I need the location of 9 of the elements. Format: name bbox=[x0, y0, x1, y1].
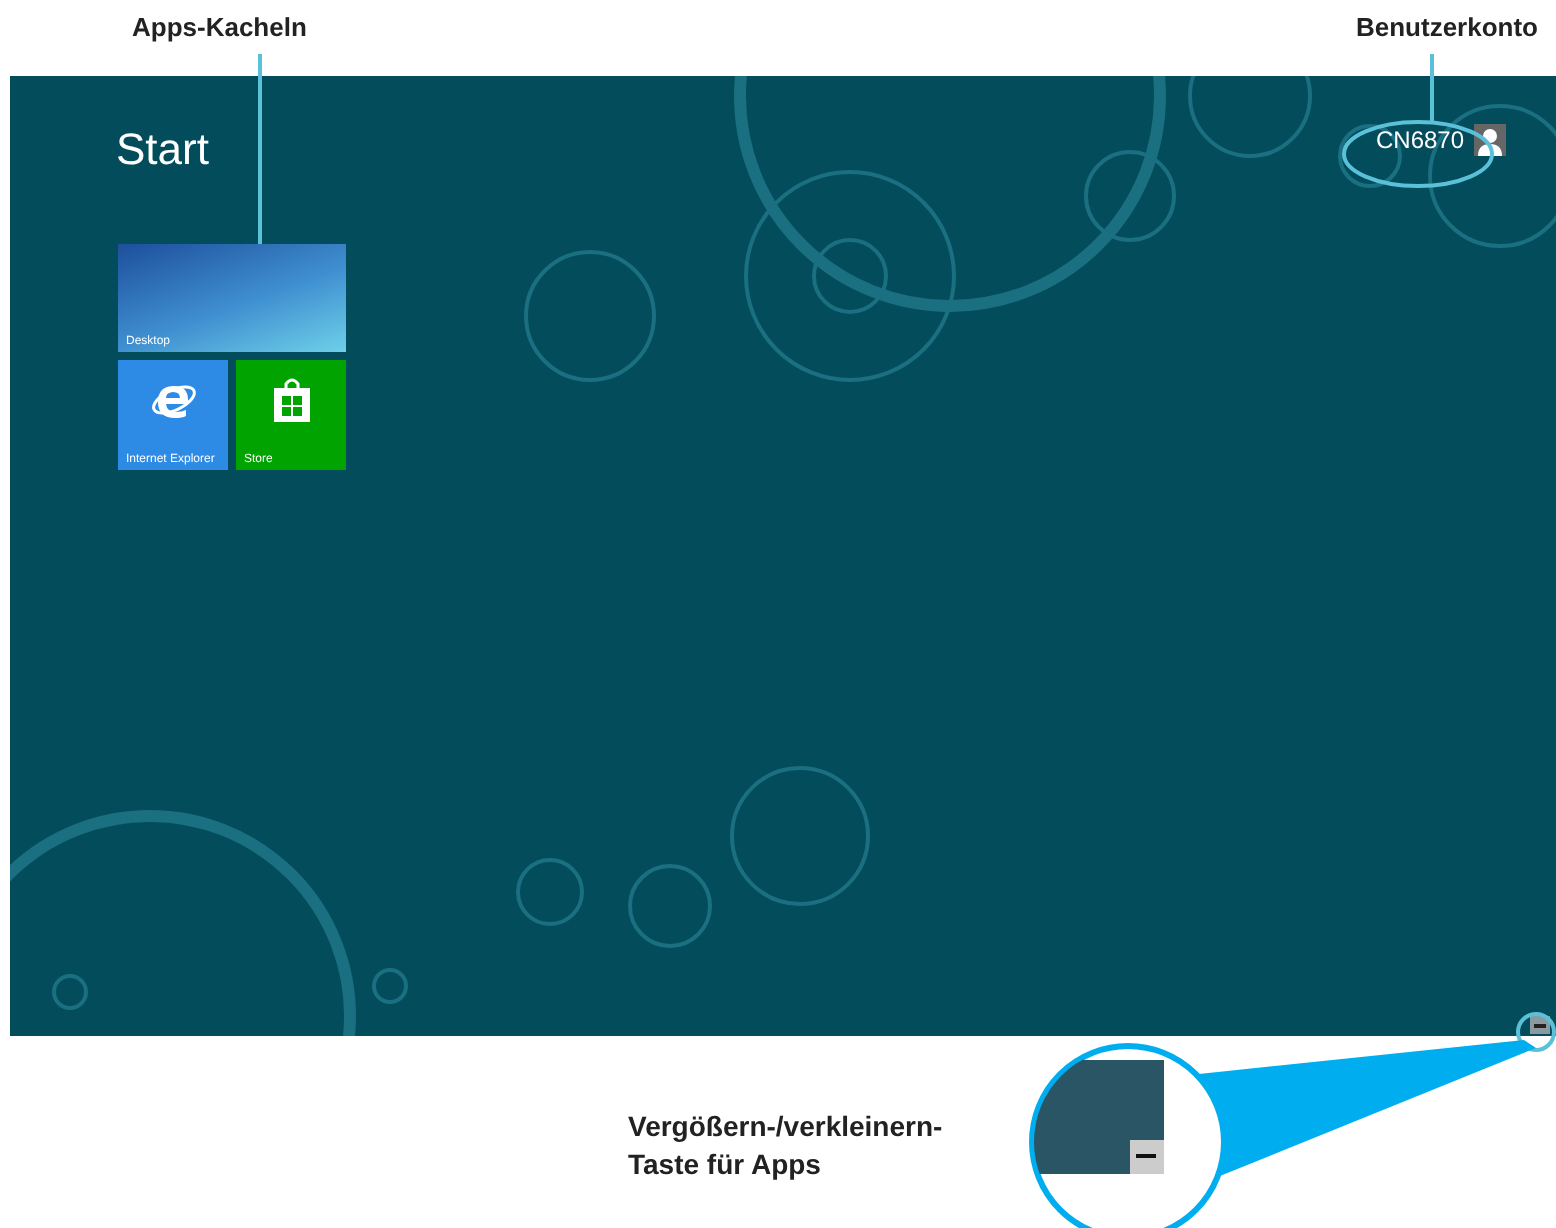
shopping-bag-icon bbox=[269, 376, 313, 424]
highlight-circle bbox=[1516, 1012, 1556, 1052]
leader-line bbox=[1430, 54, 1434, 124]
callout-label: Vergößern-/verkleinern- Taste für Apps bbox=[628, 1108, 945, 1184]
user-account[interactable]: CN6870 bbox=[1376, 124, 1507, 156]
callout-label: Apps-Kacheln bbox=[132, 12, 307, 42]
callout-label: Benutzerkonto bbox=[1356, 12, 1538, 42]
screen-title: Start bbox=[116, 124, 209, 176]
zoom-out-button[interactable] bbox=[1530, 1016, 1550, 1034]
